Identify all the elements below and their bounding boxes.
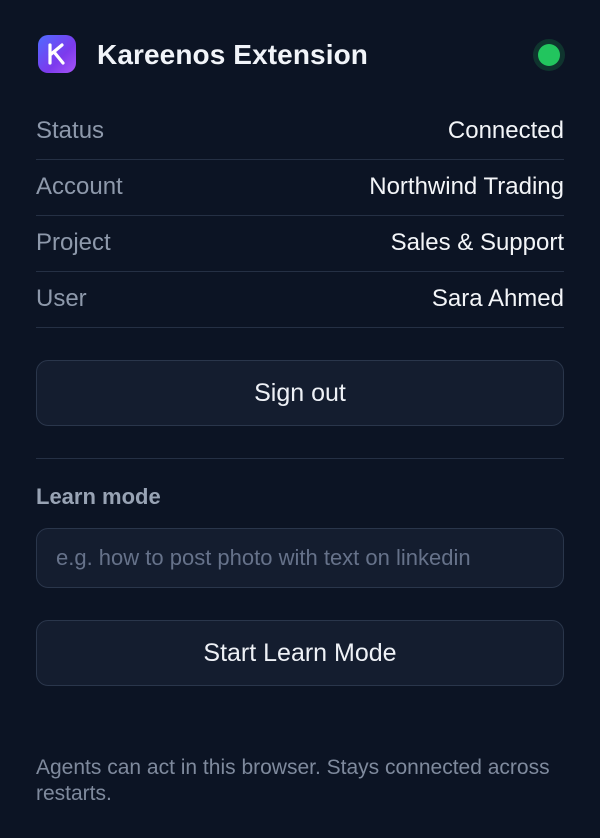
info-key: User [36, 284, 87, 312]
info-key: Status [36, 116, 105, 144]
footer-note: Agents can act in this browser. Stays co… [36, 756, 550, 805]
info-value: Sales & Support [390, 228, 564, 256]
info-value: Connected [447, 116, 564, 144]
info-row-project: Project Sales & Support [36, 216, 564, 272]
start-learn-mode-button[interactable]: Start Learn Mode [36, 620, 564, 686]
info-list: Status Connected Account Northwind Tradi… [36, 104, 564, 328]
learn-mode-label: Learn mode [36, 484, 161, 509]
info-key: Account [36, 172, 123, 200]
k-logo-icon [48, 43, 65, 65]
info-value: Sara Ahmed [431, 284, 564, 312]
info-row-account: Account Northwind Trading [36, 160, 564, 216]
info-key: Project [36, 228, 111, 256]
connection-status-dot [538, 44, 560, 66]
header: Kareenos Extension [36, 35, 564, 75]
info-value: Northwind Trading [369, 172, 564, 200]
app-title: Kareenos Extension [97, 39, 368, 70]
extension-popup: Kareenos Extension Status Connected Acco… [36, 0, 564, 838]
learn-mode-input[interactable] [36, 528, 564, 588]
section-divider [36, 458, 564, 459]
info-row-status: Status Connected [36, 104, 564, 160]
sign-out-button[interactable]: Sign out [36, 360, 564, 426]
info-row-user: User Sara Ahmed [36, 272, 564, 328]
app-logo [38, 35, 76, 73]
